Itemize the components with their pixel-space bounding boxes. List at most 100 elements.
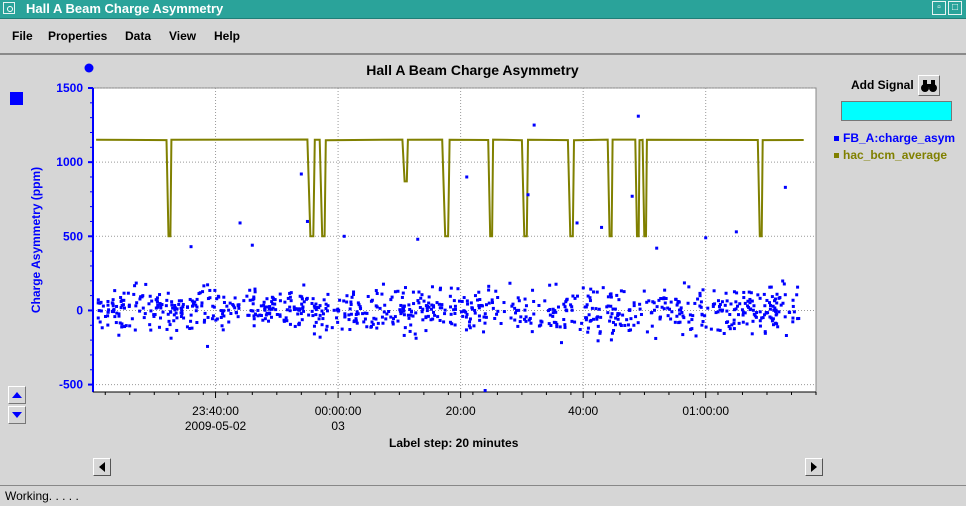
series-color-swatch[interactable] <box>10 92 23 105</box>
data-point <box>760 316 764 320</box>
data-point <box>153 313 157 317</box>
data-point <box>376 321 380 325</box>
data-point <box>586 294 590 298</box>
legend-label: hac_bcm_average <box>843 148 948 162</box>
data-point <box>387 310 391 314</box>
data-point <box>768 303 772 307</box>
scroll-left-button[interactable] <box>93 458 111 476</box>
data-point <box>791 298 795 302</box>
data-point <box>782 282 786 286</box>
data-point <box>170 300 174 304</box>
data-point <box>569 303 573 307</box>
data-point <box>496 296 500 300</box>
data-point <box>381 321 385 325</box>
data-point <box>449 312 453 316</box>
data-point <box>775 301 779 305</box>
data-point <box>100 326 104 330</box>
data-point <box>253 313 257 317</box>
data-point <box>749 291 753 295</box>
data-point <box>703 314 707 318</box>
data-point <box>524 315 528 319</box>
data-point <box>288 291 292 295</box>
data-point <box>401 291 405 295</box>
add-signal-input[interactable] <box>841 101 952 121</box>
data-point <box>414 336 418 340</box>
data-point <box>609 295 613 299</box>
data-point <box>202 284 206 288</box>
data-point <box>132 292 136 296</box>
data-point <box>206 315 210 319</box>
data-point <box>174 311 178 315</box>
data-point <box>741 320 745 324</box>
data-point <box>499 321 503 325</box>
add-signal-button[interactable] <box>918 75 940 96</box>
data-point <box>252 317 256 321</box>
data-point <box>215 297 219 301</box>
data-point <box>675 303 679 307</box>
data-point <box>414 311 418 315</box>
data-point <box>128 324 132 328</box>
data-point <box>729 302 733 306</box>
data-point <box>714 311 718 315</box>
data-point <box>288 322 292 326</box>
data-point <box>325 324 329 328</box>
scroll-down-button[interactable] <box>8 406 26 424</box>
data-point <box>122 298 126 302</box>
data-point <box>508 281 512 285</box>
data-point <box>179 311 183 315</box>
data-point-outlier <box>575 221 579 225</box>
data-point <box>251 298 255 302</box>
data-point <box>694 334 698 338</box>
data-point <box>195 321 199 325</box>
data-point <box>338 298 342 302</box>
arrow-up-icon <box>12 392 22 398</box>
data-point <box>193 300 197 304</box>
data-point <box>332 308 336 312</box>
data-point <box>348 307 352 311</box>
data-point <box>201 290 205 294</box>
data-point-outlier <box>465 175 469 179</box>
legend-item-bcm-average[interactable]: hac_bcm_average <box>834 148 955 165</box>
data-point <box>300 318 304 322</box>
data-point <box>421 318 425 322</box>
legend-item-charge-asym[interactable]: FB_A:charge_asym <box>834 131 955 148</box>
data-point <box>573 320 577 324</box>
data-point <box>321 317 325 321</box>
data-point <box>411 290 415 294</box>
data-point <box>679 308 683 312</box>
data-point <box>537 303 541 307</box>
data-point <box>751 319 755 323</box>
data-point <box>278 314 282 318</box>
data-point <box>594 307 598 311</box>
data-point <box>716 299 720 303</box>
data-point <box>311 314 315 318</box>
data-point <box>433 313 437 317</box>
data-point <box>556 305 560 309</box>
data-point <box>776 325 780 329</box>
data-point <box>301 305 305 309</box>
data-point <box>590 306 594 310</box>
scroll-right-button[interactable] <box>805 458 823 476</box>
data-point <box>115 311 119 315</box>
data-point <box>580 321 584 325</box>
data-point <box>464 328 468 332</box>
data-point <box>756 293 760 297</box>
data-point <box>738 302 742 306</box>
data-point <box>234 311 238 315</box>
data-point <box>484 315 488 319</box>
data-point <box>326 292 330 296</box>
data-point <box>297 321 301 325</box>
data-point <box>687 320 691 324</box>
data-point <box>777 310 781 314</box>
data-point <box>778 296 782 300</box>
data-point <box>400 295 404 299</box>
data-point <box>96 316 100 320</box>
data-point <box>650 324 654 328</box>
data-point <box>182 316 186 320</box>
data-point-outlier <box>526 193 530 197</box>
data-point <box>402 313 406 317</box>
data-point <box>228 301 232 305</box>
scroll-up-button[interactable] <box>8 386 26 404</box>
data-point <box>443 308 447 312</box>
data-point <box>457 299 461 303</box>
